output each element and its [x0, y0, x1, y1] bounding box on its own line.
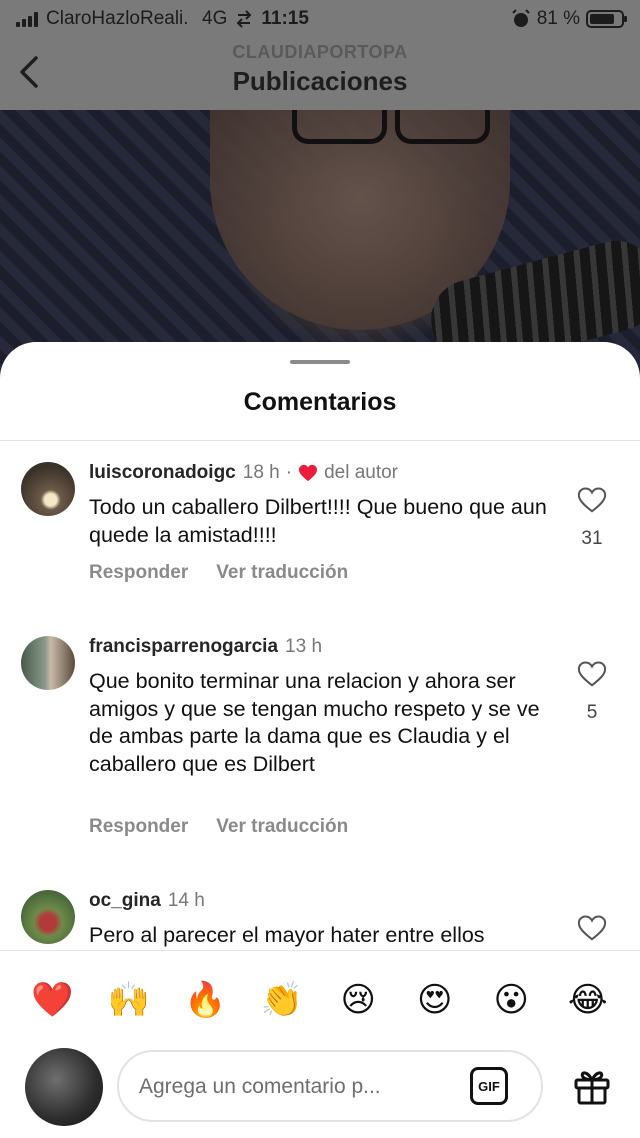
heart-outline-icon[interactable] [577, 486, 607, 514]
comment-time: 14 h [167, 890, 205, 911]
status-bar: ClaroHazloReali... 4G 11:15 81 % [0, 0, 640, 38]
comment-meta: francisparrenogarcia 13 h [89, 636, 322, 658]
translate-button[interactable]: Ver traducción [216, 816, 348, 838]
account-name[interactable]: CLAUDIAPORTOPA [0, 42, 640, 63]
author-like-label: del autor [324, 462, 399, 483]
emoji-fire[interactable]: 🔥 [179, 980, 231, 1020]
comment-input[interactable] [139, 1070, 449, 1104]
comment-list[interactable]: luiscoronadoigc 18 h · del autor Todo un… [0, 442, 640, 950]
comment-username[interactable]: francisparrenogarcia [89, 636, 278, 658]
comment-username[interactable]: luiscoronadoigc [89, 462, 236, 484]
emoji-raising-hands[interactable]: 🙌 [103, 980, 155, 1020]
avatar[interactable] [21, 636, 75, 690]
avatar[interactable] [21, 890, 75, 944]
comment-meta: oc_gina 14 h [89, 890, 205, 912]
reply-button[interactable]: Responder [89, 816, 188, 838]
carrier-name: ClaroHazloReali... [46, 8, 188, 29]
comment-item: luiscoronadoigc 18 h · del autor Todo un… [0, 462, 640, 622]
heart-outline-icon[interactable] [577, 914, 607, 942]
sheet-title: Comentarios [243, 388, 397, 416]
comment-text: Todo un caballero Dilbert!!!! Que bueno … [89, 495, 547, 547]
comment-actions: Responder Ver traducción [89, 562, 348, 584]
clock: 11:15 [261, 8, 309, 29]
page-header: CLAUDIAPORTOPA Publicaciones [0, 38, 640, 110]
network-type: 4G [202, 8, 228, 29]
comment-text: Pero al parecer el mayor hater entre ell… [89, 923, 485, 947]
emoji-crying-face[interactable]: 😢 [332, 980, 384, 1020]
emoji-clapping-hands[interactable]: 👏 [256, 980, 308, 1020]
heart-outline-icon[interactable] [577, 660, 607, 688]
avatar[interactable] [21, 462, 75, 516]
current-user-avatar [25, 1048, 103, 1126]
heart-icon [299, 464, 318, 482]
sheet-drag-handle[interactable] [290, 360, 350, 364]
comment-time: 18 h [242, 462, 280, 483]
reply-button[interactable]: Responder [89, 562, 188, 584]
comment-time: 13 h [285, 636, 323, 657]
emoji-surprised-face[interactable]: 😮 [485, 980, 537, 1020]
comment-like[interactable] [575, 914, 609, 942]
divider [0, 440, 640, 441]
meta-separator: · [285, 462, 293, 483]
comment-item: oc_gina 14 h Pero al parecer el mayor ha… [0, 890, 640, 950]
comment-username[interactable]: oc_gina [89, 890, 161, 912]
page-title: Publicaciones [232, 66, 408, 96]
comment-like[interactable]: 5 [575, 660, 609, 724]
emoji-red-heart[interactable]: ❤️ [26, 980, 78, 1020]
comment-text: Que bonito terminar una relacion y ahora… [89, 669, 540, 776]
comment-actions: Responder Ver traducción [89, 816, 348, 838]
like-count: 31 [581, 528, 603, 549]
alarm-icon [511, 9, 530, 27]
comment-composer: GIF [0, 1048, 640, 1138]
cell-signal-icon [16, 11, 38, 27]
comment-field[interactable]: GIF [117, 1050, 543, 1122]
emoji-tears-of-joy[interactable]: 😂 [562, 980, 614, 1020]
battery-percent: 81 % [536, 8, 580, 29]
comment-like[interactable]: 31 [575, 486, 609, 550]
battery-icon [586, 10, 627, 28]
gif-icon[interactable]: GIF [470, 1067, 508, 1105]
gift-icon[interactable] [572, 1066, 612, 1106]
like-count: 5 [586, 702, 598, 723]
call-forward-icon [236, 10, 252, 28]
translate-button[interactable]: Ver traducción [216, 562, 348, 584]
emoji-heart-eyes[interactable]: 😍 [409, 980, 461, 1020]
emoji-bar: ❤️ 🙌 🔥 👏 😢 😍 😮 😂 [0, 950, 640, 1048]
battery-level [590, 14, 615, 24]
comment-meta: luiscoronadoigc 18 h · del autor [89, 462, 398, 484]
comment-item: francisparrenogarcia 13 h Que bonito ter… [0, 636, 640, 876]
